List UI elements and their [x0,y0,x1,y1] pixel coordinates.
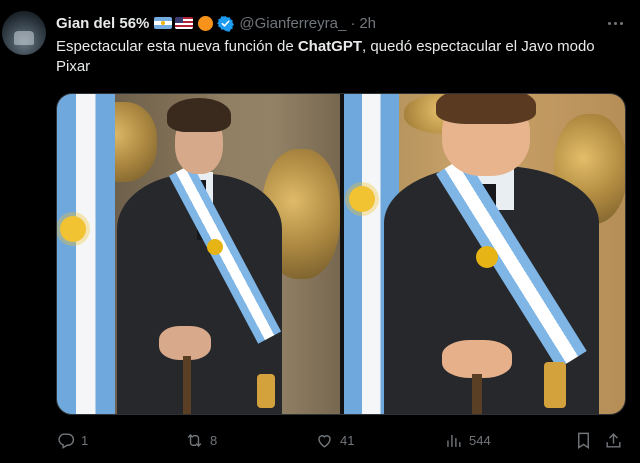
retweet-count: 8 [210,432,218,448]
reply-button[interactable]: 1 [56,428,88,452]
orange-circle-icon [198,15,214,31]
like-button[interactable]: 41 [315,428,354,452]
action-bar: 1 8 41 544 [56,428,626,452]
retweet-button[interactable]: 8 [185,428,217,452]
bookmark-icon [578,432,589,449]
views-button[interactable]: 544 [444,428,491,452]
display-name[interactable]: Gian del 56% [56,15,149,32]
photo-pixar[interactable] [344,94,625,414]
more-icon[interactable] [604,14,626,32]
share-icon [606,432,621,448]
handle[interactable]: @Gianferreyra_ [239,15,346,32]
argentina-flag-icon [154,17,173,29]
tweet[interactable]: Gian del 56% @Gianferreyra_ · 2h Especta… [0,0,640,463]
views-icon [447,434,461,447]
photo-real[interactable] [57,94,340,414]
tweet-text-start: Espectacular esta nueva función de [56,38,298,55]
share-button[interactable] [604,428,623,452]
media-grid [56,93,626,415]
like-count: 41 [340,432,355,448]
like-icon [318,434,331,448]
retweet-icon [187,433,202,447]
reply-count: 1 [81,432,89,448]
views-count: 544 [469,432,491,448]
avatar[interactable] [2,11,46,55]
bookmark-button[interactable] [574,428,593,452]
timestamp[interactable]: 2h [359,15,376,32]
reply-icon [58,432,75,449]
usa-flag-icon [175,17,194,29]
tweet-text: Espectacular esta nueva función de ChatG… [56,37,626,77]
separator-dot: · [350,14,356,32]
tweet-header: Gian del 56% @Gianferreyra_ · 2h [56,12,376,34]
tweet-text-bold: ChatGPT [297,38,362,55]
verified-badge-icon[interactable] [217,15,235,32]
